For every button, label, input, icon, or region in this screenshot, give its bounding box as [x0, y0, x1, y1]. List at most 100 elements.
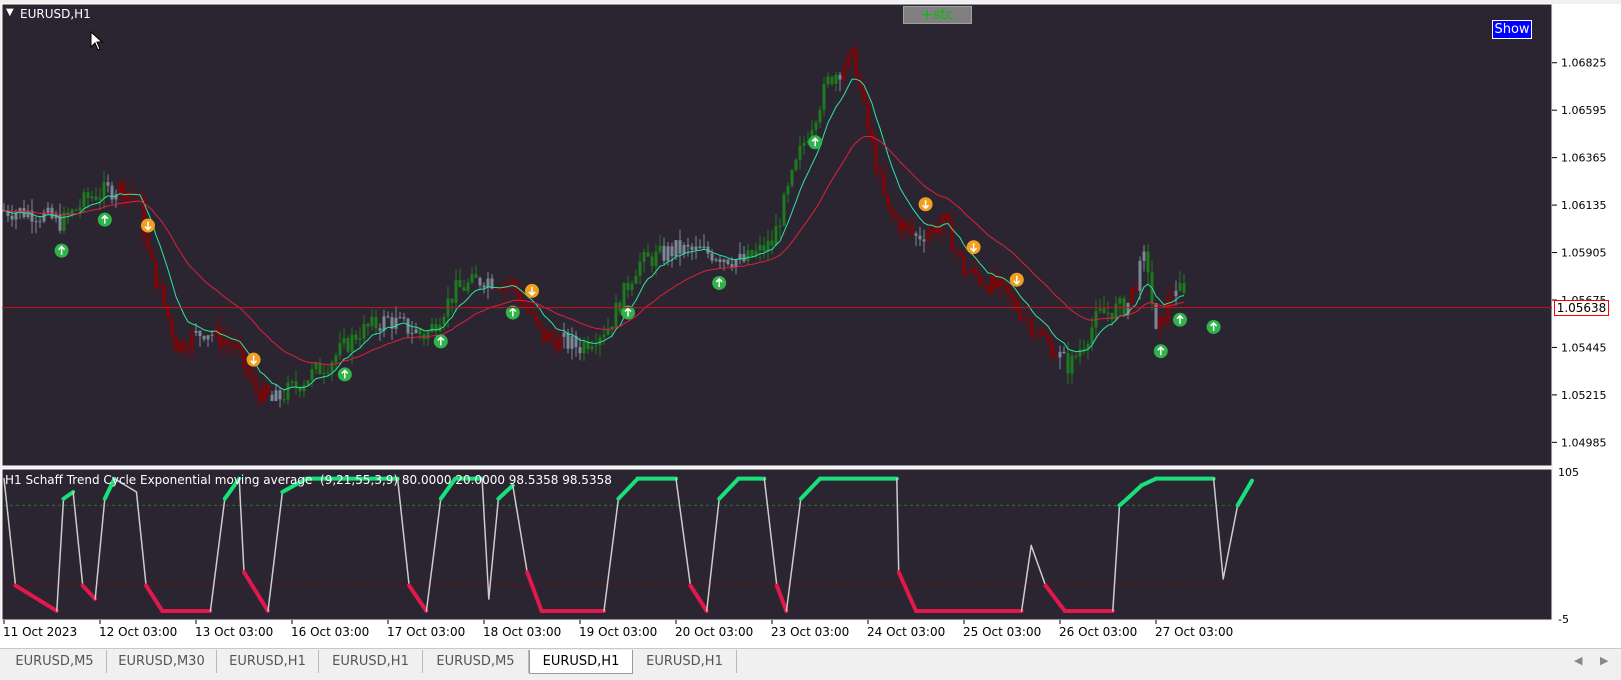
scroll-left-icon[interactable]: ◀: [1574, 654, 1582, 667]
candle-body: [726, 259, 730, 265]
candle-body: [1042, 331, 1046, 337]
candle-body: [406, 318, 410, 334]
collapse-triangle-icon[interactable]: ▼: [6, 7, 14, 18]
candle-body: [730, 264, 734, 267]
candle-body: [830, 76, 834, 84]
candle-body: [1038, 331, 1042, 336]
candle-body: [1034, 335, 1038, 337]
candle-body: [190, 332, 194, 351]
candle-body: [306, 380, 310, 385]
show-button[interactable]: Show: [1492, 20, 1532, 39]
candle-body: [1066, 353, 1070, 374]
candle-body: [698, 246, 702, 249]
price-tick-label: 1.06365: [1561, 152, 1607, 165]
candle-body: [102, 182, 106, 198]
candle-body: [226, 340, 230, 344]
price-tick-label: 1.06825: [1561, 57, 1607, 70]
candle-body: [934, 226, 938, 234]
candle-body: [238, 343, 242, 349]
candle-body: [450, 298, 454, 303]
candle-body: [482, 285, 486, 288]
time-tick-label: 23 Oct 03:00: [771, 625, 849, 639]
candle-body: [922, 239, 926, 242]
candle-body: [914, 233, 918, 236]
candle-body: [1090, 327, 1094, 345]
candle-body: [494, 288, 498, 290]
candle-body: [994, 275, 998, 288]
candle-body: [362, 323, 366, 339]
price-tick-label: 1.06595: [1561, 104, 1607, 117]
candle-body: [798, 145, 802, 160]
candle-body: [822, 83, 826, 111]
chart-tab[interactable]: EURUSD,H1: [633, 650, 737, 673]
candle-body: [198, 330, 202, 337]
candle-body: [266, 385, 270, 395]
candle-body: [626, 282, 630, 291]
chart-tab[interactable]: EURUSD,H1: [217, 650, 319, 673]
candle-body: [170, 318, 174, 337]
candle-body: [910, 226, 914, 234]
candle-body: [534, 313, 538, 322]
candle-body: [854, 49, 858, 79]
candle-body: [870, 129, 874, 142]
candle-body: [790, 170, 794, 186]
candle-body: [186, 350, 190, 352]
candle-body: [94, 196, 98, 200]
chart-tab[interactable]: EURUSD,M5: [3, 650, 107, 673]
candle-body: [902, 222, 906, 231]
candle-body: [358, 338, 362, 340]
candle-body: [566, 332, 570, 349]
candle-body: [594, 345, 598, 347]
candle-body: [866, 101, 870, 130]
candle-body: [710, 253, 714, 261]
chart-tab[interactable]: EURUSD,H1: [529, 650, 633, 674]
candle-body: [542, 327, 546, 342]
candle-body: [862, 88, 866, 102]
candle-body: [690, 246, 694, 250]
price-tick-label: 1.04985: [1561, 436, 1607, 449]
candle-body: [78, 207, 82, 211]
chart-tab[interactable]: EURUSD,M5: [423, 650, 529, 673]
candle-body: [414, 329, 418, 334]
stc-toggle-button[interactable]: +stc: [903, 6, 972, 24]
candle-body: [218, 327, 222, 346]
candle-body: [522, 302, 526, 306]
candle-body: [694, 246, 698, 250]
candle-body: [762, 245, 766, 252]
candle-body: [782, 194, 786, 226]
candle-body: [674, 240, 678, 257]
candle-body: [882, 172, 886, 195]
indicator-panel: [1, 468, 1553, 621]
time-tick-label: 19 Oct 03:00: [579, 625, 657, 639]
chart-svg[interactable]: 105 -5 1.06825 1.06595 1.06365 1.06135 1.0590…: [0, 0, 1621, 650]
candle-body: [174, 336, 178, 352]
candle-body: [1082, 348, 1086, 350]
candle-body: [962, 254, 966, 275]
candle-body: [270, 394, 274, 401]
time-tick-label: 16 Oct 03:00: [291, 625, 369, 639]
candle-body: [794, 159, 798, 171]
candle-body: [462, 287, 466, 291]
candle-body: [122, 182, 126, 200]
chart-tab[interactable]: EURUSD,H1: [319, 650, 423, 673]
time-tick-label: 26 Oct 03:00: [1059, 625, 1137, 639]
candle-body: [766, 240, 770, 252]
candle-body: [394, 317, 398, 329]
current-price-tag: 1.05638: [1554, 299, 1609, 316]
candle-body: [1134, 288, 1138, 291]
candle-body: [386, 316, 390, 318]
candle-body: [466, 282, 470, 291]
chart-frame[interactable]: 105 -5 1.06825 1.06595 1.06365 1.06135 1.0590…: [0, 0, 1621, 650]
candle-body: [1162, 316, 1166, 323]
candle-body: [302, 384, 306, 392]
scroll-right-icon[interactable]: ▶: [1600, 654, 1608, 667]
candle-body: [250, 374, 254, 380]
candle-body: [1158, 316, 1162, 329]
candle-body: [222, 340, 226, 346]
time-tick-label: 20 Oct 03:00: [675, 625, 753, 639]
candle-body: [842, 68, 846, 80]
chart-tab[interactable]: EURUSD,M30: [107, 650, 217, 673]
candle-body: [686, 244, 690, 247]
candle-body: [242, 348, 246, 369]
candle-body: [246, 368, 250, 375]
